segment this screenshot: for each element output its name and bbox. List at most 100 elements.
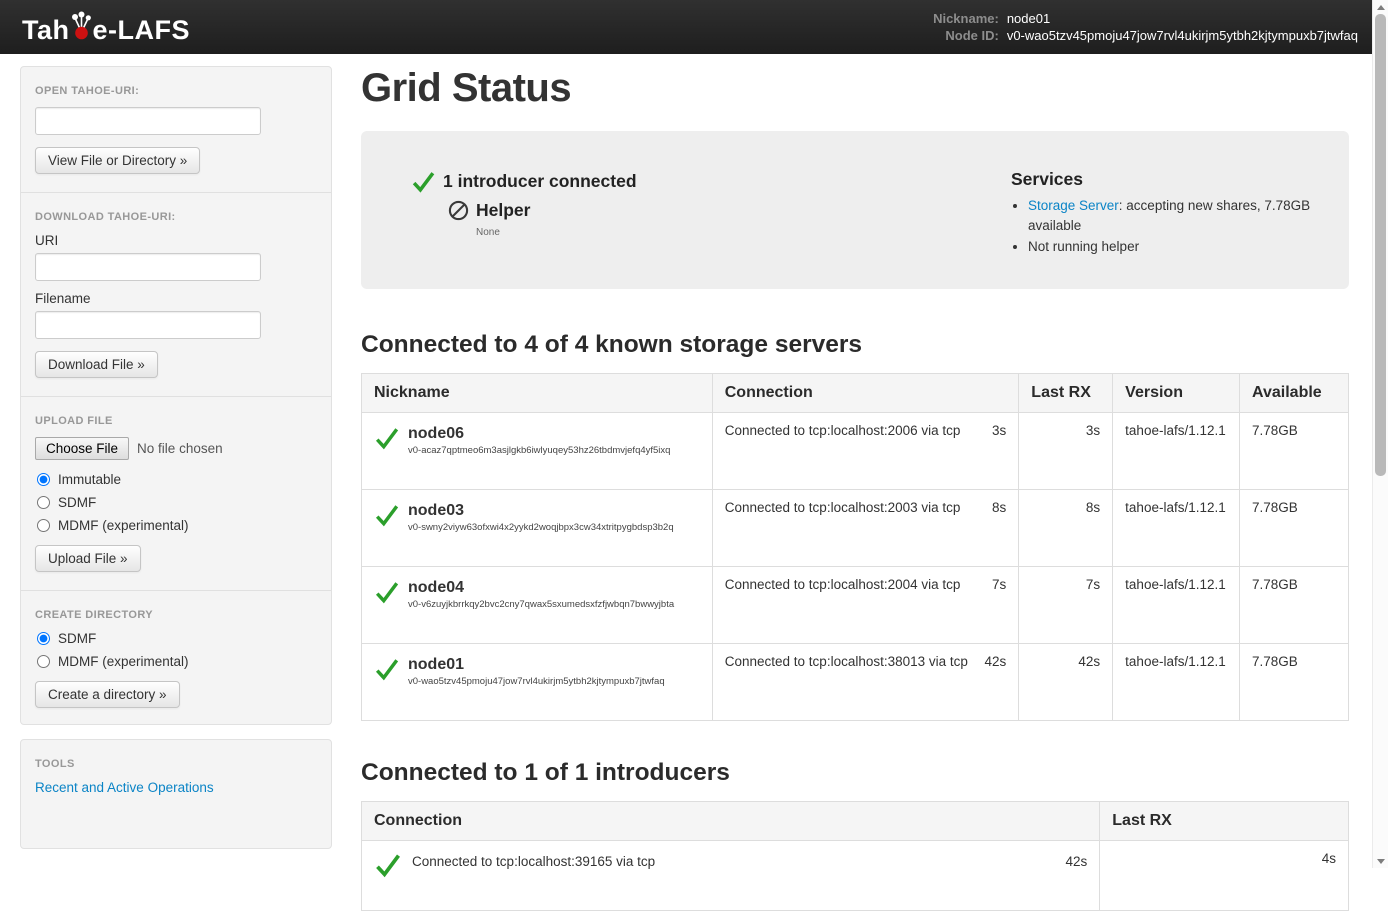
download-uri-input[interactable] bbox=[35, 253, 261, 281]
mkdir-format-mdmf-radio[interactable] bbox=[37, 655, 50, 668]
check-icon bbox=[374, 851, 402, 879]
connection-text: Connected to tcp:localhost:38013 via tcp bbox=[725, 654, 968, 669]
server-nodeid: v0-swny2viyw63ofxwi4x2yykd2woqjbpx3cw34x… bbox=[374, 520, 700, 536]
storage-servers-header-row: Nickname Connection Last RX Version Avai… bbox=[362, 373, 1349, 412]
last-rx-cell: 7s bbox=[1019, 566, 1113, 643]
connection-age: 7s bbox=[992, 577, 1006, 592]
view-file-button[interactable]: View File or Directory » bbox=[35, 147, 200, 174]
server-nickname: node01 bbox=[374, 654, 700, 674]
connection-age: 3s bbox=[992, 423, 1006, 438]
introducers-heading: Connected to 1 of 1 introducers bbox=[361, 759, 1349, 787]
mkdir-format-mdmf-label: MDMF (experimental) bbox=[58, 654, 189, 669]
helper-title: Helper bbox=[476, 200, 530, 221]
introducers-header-row: Connection Last RX bbox=[362, 801, 1349, 840]
download-filename-input[interactable] bbox=[35, 311, 261, 339]
service-item-storage: Storage Server: accepting new shares, 7.… bbox=[1028, 196, 1325, 235]
upload-file-button[interactable]: Upload File » bbox=[35, 545, 141, 572]
connection-text: Connected to tcp:localhost:2006 via tcp bbox=[725, 423, 961, 438]
table-row: node01 v0-wao5tzv45pmoju47jow7rvl4ukirjm… bbox=[362, 643, 1349, 720]
tools-panel: TOOLS Recent and Active Operations bbox=[20, 739, 332, 849]
available-cell: 7.78GB bbox=[1240, 643, 1349, 720]
col-connection: Connection bbox=[712, 373, 1019, 412]
table-row: Connected to tcp:localhost:39165 via tcp… bbox=[362, 840, 1349, 910]
check-icon bbox=[411, 169, 436, 194]
upload-format-mdmf-label: MDMF (experimental) bbox=[58, 518, 189, 533]
connection-summary: 1 introducer connected Helper None bbox=[385, 169, 1011, 259]
col-version: Version bbox=[1113, 373, 1240, 412]
introducer-status: 1 introducer connected bbox=[411, 169, 1011, 194]
upload-format-mdmf-radio[interactable] bbox=[37, 519, 50, 532]
available-cell: 7.78GB bbox=[1240, 489, 1349, 566]
connection-age: 42s bbox=[1065, 851, 1087, 869]
col-nickname: Nickname bbox=[362, 373, 713, 412]
connection-text: Connected to tcp:localhost:2004 via tcp bbox=[725, 577, 961, 592]
services-list: Storage Server: accepting new shares, 7.… bbox=[1011, 196, 1325, 257]
uri-field-label: URI bbox=[35, 233, 317, 248]
table-row: node04 v0-v6zuyjkbrrkqy2bvc2cny7qwax5sxu… bbox=[362, 566, 1349, 643]
table-row: node06 v0-acaz7qptmeo6m3asjlgkb6iwlyuqey… bbox=[362, 412, 1349, 489]
introducers-table: Connection Last RX Connected to tcp:loca… bbox=[361, 801, 1349, 911]
upload-format-sdmf-label: SDMF bbox=[58, 495, 96, 510]
storage-servers-table: Nickname Connection Last RX Version Avai… bbox=[361, 373, 1349, 721]
version-cell: tahoe-lafs/1.12.1 bbox=[1113, 412, 1240, 489]
logo-text-prefix: Tah bbox=[22, 17, 70, 44]
last-rx-cell: 4s bbox=[1100, 840, 1349, 910]
nickname-value: node01 bbox=[1007, 11, 1358, 26]
mkdir-format-sdmf-radio[interactable] bbox=[37, 632, 50, 645]
version-cell: tahoe-lafs/1.12.1 bbox=[1113, 566, 1240, 643]
node-id-label: Node ID: bbox=[933, 28, 999, 43]
nickname-cell: node06 v0-acaz7qptmeo6m3asjlgkb6iwlyuqey… bbox=[362, 412, 713, 489]
upload-format-sdmf-radio[interactable] bbox=[37, 496, 50, 509]
upload-format-immutable-label: Immutable bbox=[58, 472, 121, 487]
nickname-cell: node03 v0-swny2viyw63ofxwi4x2yykd2woqjbp… bbox=[362, 489, 713, 566]
storage-servers-heading: Connected to 4 of 4 known storage server… bbox=[361, 331, 1349, 359]
open-uri-label: OPEN TAHOE-URI: bbox=[35, 85, 317, 97]
tahoe-lafs-logo: Tah e-LAFS bbox=[22, 11, 190, 44]
upload-format-immutable[interactable]: Immutable bbox=[35, 472, 317, 487]
check-icon bbox=[374, 656, 400, 682]
services-summary: Services Storage Server: accepting new s… bbox=[1011, 169, 1329, 259]
logo-text-suffix: e-LAFS bbox=[93, 17, 191, 44]
download-uri-label: DOWNLOAD TAHOE-URI: bbox=[35, 211, 317, 223]
connection-cell: Connected to tcp:localhost:38013 via tcp… bbox=[712, 643, 1019, 720]
col-connection: Connection bbox=[362, 801, 1100, 840]
section-divider bbox=[21, 192, 331, 193]
version-cell: tahoe-lafs/1.12.1 bbox=[1113, 643, 1240, 720]
version-cell: tahoe-lafs/1.12.1 bbox=[1113, 489, 1240, 566]
filename-field-label: Filename bbox=[35, 291, 317, 306]
download-file-button[interactable]: Download File » bbox=[35, 351, 158, 378]
upload-format-immutable-radio[interactable] bbox=[37, 473, 50, 486]
nickname-cell: node01 v0-wao5tzv45pmoju47jow7rvl4ukirjm… bbox=[362, 643, 713, 720]
vertical-scrollbar[interactable] bbox=[1372, 0, 1388, 868]
scrollbar-thumb[interactable] bbox=[1375, 14, 1386, 476]
connection-age: 42s bbox=[985, 654, 1007, 669]
not-available-icon bbox=[448, 200, 469, 221]
scroll-down-arrow[interactable] bbox=[1373, 854, 1388, 868]
scroll-up-arrow[interactable] bbox=[1373, 0, 1388, 14]
file-chosen-status: No file chosen bbox=[137, 441, 223, 456]
table-row: node03 v0-swny2viyw63ofxwi4x2yykd2woqjbp… bbox=[362, 489, 1349, 566]
tools-label: TOOLS bbox=[35, 758, 317, 770]
upload-file-label: UPLOAD FILE bbox=[35, 415, 317, 427]
connection-text: Connected to tcp:localhost:2003 via tcp bbox=[725, 500, 961, 515]
check-icon bbox=[374, 425, 400, 451]
choose-file-button[interactable]: Choose File bbox=[35, 437, 129, 460]
server-nodeid: v0-v6zuyjkbrrkqy2bvc2cny7qwax5sxumedsxfz… bbox=[374, 597, 700, 613]
mkdir-format-mdmf[interactable]: MDMF (experimental) bbox=[35, 654, 317, 669]
server-nodeid: v0-wao5tzv45pmoju47jow7rvl4ukirjm5ytbh2k… bbox=[374, 674, 700, 690]
check-icon bbox=[374, 579, 400, 605]
top-bar: Tah e-LAFS Nickname: node01 Node ID: v0-… bbox=[0, 0, 1372, 54]
upload-format-mdmf[interactable]: MDMF (experimental) bbox=[35, 518, 317, 533]
connection-cell: Connected to tcp:localhost:2004 via tcp 7… bbox=[712, 566, 1019, 643]
create-directory-button[interactable]: Create a directory » bbox=[35, 681, 180, 708]
server-nickname: node06 bbox=[374, 423, 700, 443]
connection-age: 8s bbox=[992, 500, 1006, 515]
available-cell: 7.78GB bbox=[1240, 566, 1349, 643]
storage-server-link[interactable]: Storage Server bbox=[1028, 198, 1119, 213]
open-uri-input[interactable] bbox=[35, 107, 261, 135]
mkdir-format-sdmf[interactable]: SDMF bbox=[35, 631, 317, 646]
upload-format-sdmf[interactable]: SDMF bbox=[35, 495, 317, 510]
recent-operations-link[interactable]: Recent and Active Operations bbox=[35, 780, 214, 795]
mkdir-format-sdmf-label: SDMF bbox=[58, 631, 96, 646]
sidebar-forms-panel: OPEN TAHOE-URI: View File or Directory »… bbox=[20, 66, 332, 725]
